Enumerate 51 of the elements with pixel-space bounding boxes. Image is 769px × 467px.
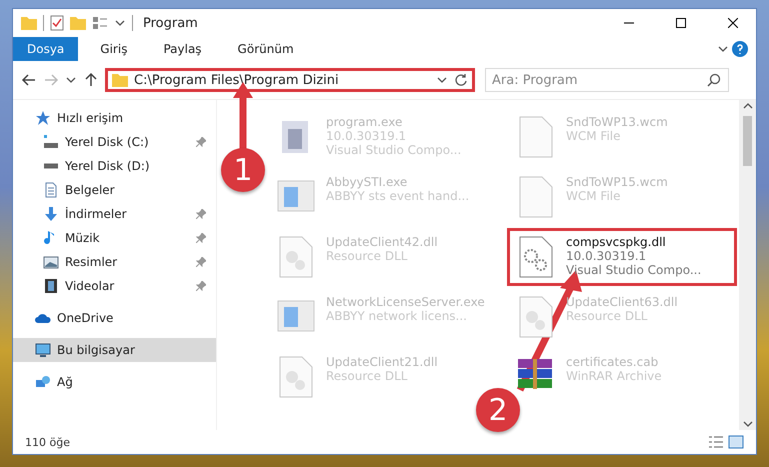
document-icon <box>43 182 59 198</box>
ribbon-tab[interactable]: Dosya <box>13 37 78 61</box>
sidebar-item[interactable]: Müzik <box>13 226 216 250</box>
ribbon-tab[interactable]: Giriş <box>86 37 142 61</box>
pin-icon[interactable] <box>196 209 206 219</box>
film-icon <box>43 278 59 294</box>
refresh-icon[interactable] <box>454 73 468 87</box>
window-title: Program <box>143 16 198 30</box>
sidebar-item[interactable]: Belgeler <box>13 178 216 202</box>
picture-icon <box>43 254 59 270</box>
minimize-icon <box>624 22 634 24</box>
search-icon <box>707 73 721 87</box>
new-folder-icon <box>70 16 86 30</box>
details-view-icon[interactable] <box>708 435 724 449</box>
item-count: 110 öğe <box>25 436 71 448</box>
file-tile[interactable]: compsvcspkg.dll 10.0.30319.1 Visual Studio Compo... <box>507 228 737 286</box>
address-bar[interactable]: C:\Program Files\Program Dizini <box>105 68 475 92</box>
close-icon <box>728 18 738 28</box>
sidebar-item[interactable]: Resimler <box>13 250 216 274</box>
sidebar-item[interactable]: Hızlı erişim <box>13 106 216 130</box>
tiles-view-icon[interactable] <box>728 435 744 449</box>
back-arrow-icon[interactable] <box>21 72 37 88</box>
sidebar-item[interactable]: Bu bilgisayar <box>13 338 216 362</box>
pin-icon[interactable] <box>196 281 206 291</box>
ribbon-tab[interactable]: Paylaş <box>149 37 216 61</box>
folder-icon <box>112 73 128 87</box>
scrollbar[interactable] <box>739 100 756 430</box>
sidebar-item[interactable]: OneDrive <box>13 306 216 330</box>
down-arrow-icon <box>43 206 59 222</box>
sidebar-item[interactable]: Ağ <box>13 370 216 394</box>
maximize-icon <box>676 18 686 28</box>
drive-icon <box>43 163 59 169</box>
sidebar-item[interactable]: Videolar <box>13 274 216 298</box>
network-icon <box>35 374 51 390</box>
search-field[interactable]: Ara: Program <box>485 68 729 92</box>
pin-icon[interactable] <box>196 257 206 267</box>
star-icon <box>35 110 51 126</box>
pin-icon[interactable] <box>196 137 206 147</box>
view-icon[interactable] <box>92 16 108 30</box>
folder-icon <box>21 16 37 30</box>
sidebar-item[interactable]: Yerel Disk (C:) <box>13 130 216 154</box>
sidebar-item[interactable]: İndirmeler <box>13 202 216 226</box>
scrollbar-thumb[interactable] <box>743 116 752 166</box>
ribbon-tab[interactable]: Görünüm <box>224 37 308 61</box>
sidebar-item[interactable]: Yerel Disk (D:) <box>13 154 216 178</box>
help-icon[interactable] <box>732 41 748 57</box>
computer-icon <box>35 342 51 358</box>
drive-icon <box>43 134 59 150</box>
up-arrow-icon[interactable] <box>83 72 99 88</box>
properties-icon[interactable] <box>50 15 64 31</box>
pin-icon[interactable] <box>196 233 206 243</box>
